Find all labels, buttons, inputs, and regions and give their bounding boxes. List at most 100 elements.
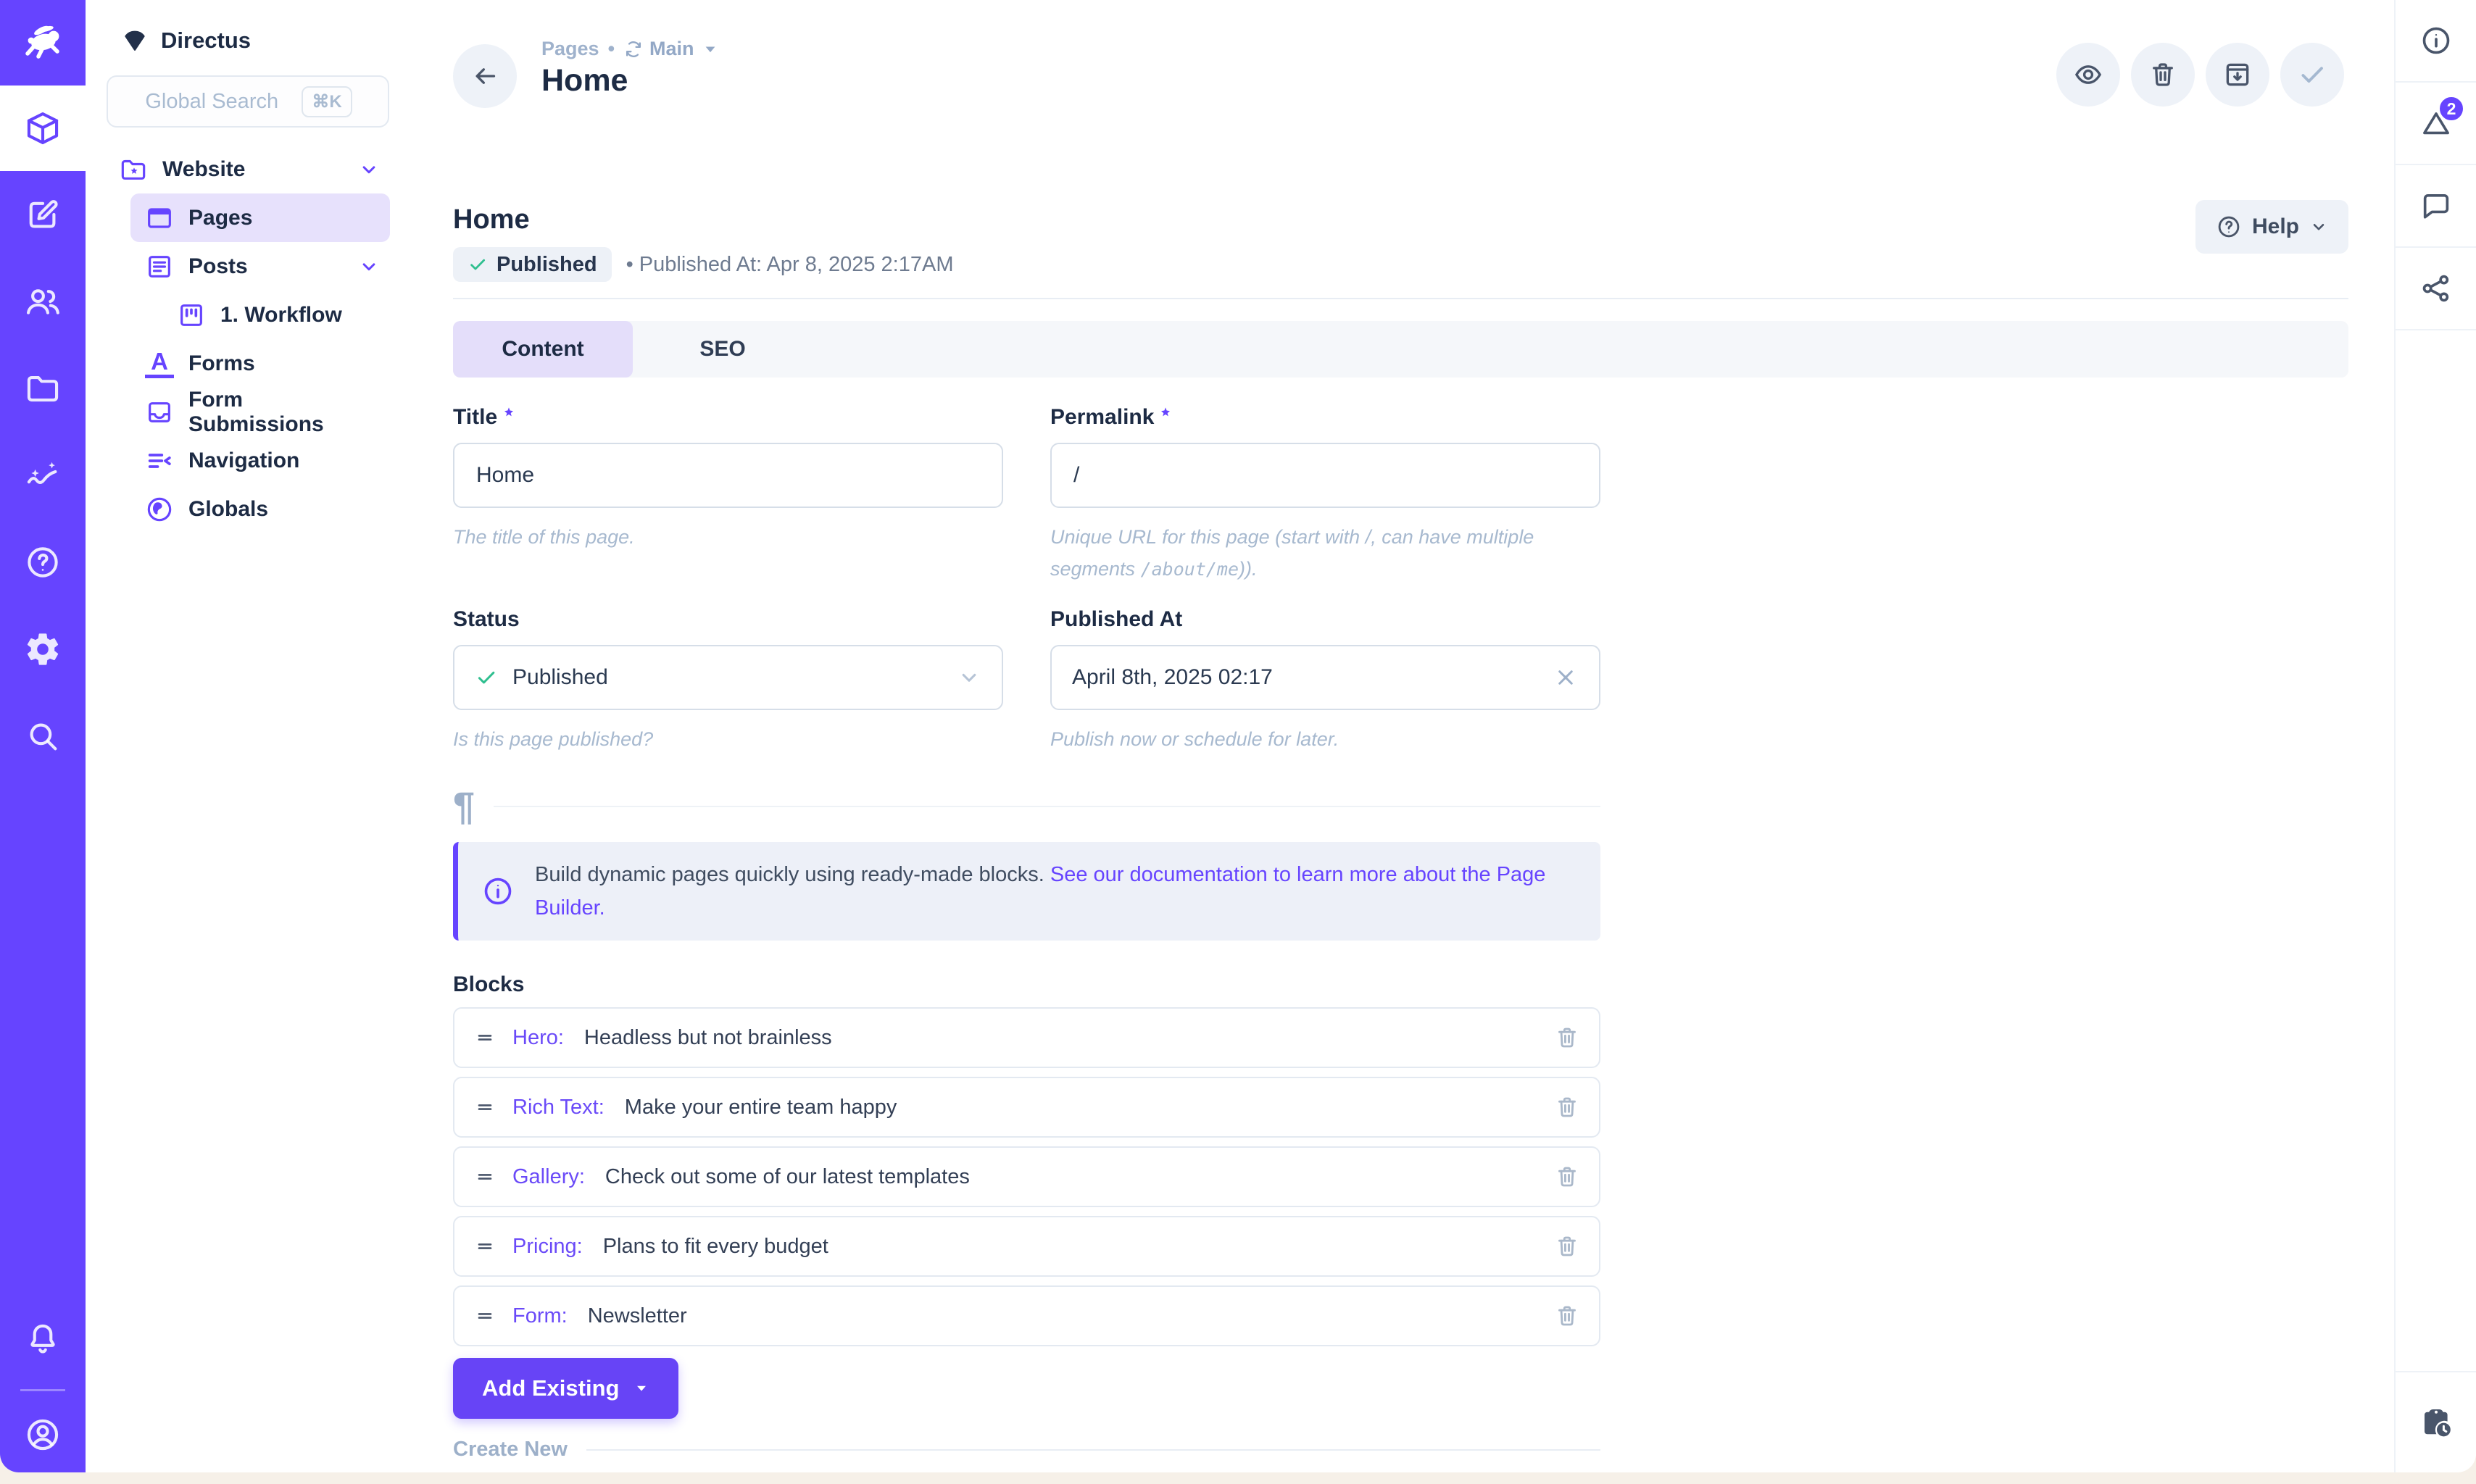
caret-down-icon: [700, 39, 720, 59]
drag-handle-icon[interactable]: [473, 1168, 497, 1185]
project-row[interactable]: Directus: [86, 0, 403, 54]
arrow-left-icon: [470, 62, 499, 91]
status-select[interactable]: Published: [453, 645, 1003, 710]
web-page-icon: [145, 204, 174, 233]
nav-item-form-submissions[interactable]: Form Submissions: [130, 388, 390, 436]
divider-field: ¶: [453, 787, 1600, 826]
create-new-label: Create New: [453, 1438, 568, 1462]
field-note: The title of this page.: [453, 521, 1003, 553]
block-row-rich-text[interactable]: Rich Text: Make your entire team happy: [453, 1077, 1600, 1138]
collections-nav: Website Pages: [86, 141, 403, 533]
revisions-count-badge: 2: [2437, 94, 2466, 123]
global-search[interactable]: ⌘K: [107, 75, 389, 128]
nav-sidebar: Directus ⌘K Website: [86, 0, 403, 1472]
right-sidebar: 2: [2394, 0, 2476, 1472]
status-badge-label: Published: [497, 253, 597, 277]
comment-icon: [2419, 189, 2453, 222]
gear-icon: [24, 630, 62, 668]
preview-button[interactable]: [2056, 43, 2120, 107]
tab-content[interactable]: Content: [453, 321, 633, 378]
trash-icon: [2148, 59, 2178, 90]
block-row-hero[interactable]: Hero: Headless but not brainless: [453, 1007, 1600, 1068]
right-sidebar-spacer: [2396, 330, 2476, 1371]
version-selector[interactable]: Main: [623, 38, 720, 60]
banner-text: Build dynamic pages quickly using ready-…: [535, 858, 1577, 925]
trash-icon[interactable]: [1554, 1164, 1580, 1190]
published-at-input-wrap[interactable]: April 8th, 2025 02:17: [1050, 645, 1600, 710]
title-wrap: Pages • Main Home: [541, 38, 720, 145]
detail-heading: Home: [453, 204, 2348, 235]
title-input[interactable]: [475, 462, 981, 488]
back-button[interactable]: [453, 44, 517, 108]
drag-handle-icon[interactable]: [473, 1307, 497, 1325]
directus-logo[interactable]: [0, 0, 86, 86]
field-note: Publish now or schedule for later.: [1050, 723, 1600, 755]
nav-item-posts[interactable]: Posts: [130, 242, 390, 291]
module-help[interactable]: [0, 519, 86, 606]
block-row-gallery[interactable]: Gallery: Check out some of our latest te…: [453, 1146, 1600, 1207]
drag-handle-icon[interactable]: [473, 1238, 497, 1255]
permalink-input-wrap: [1050, 443, 1600, 508]
info-banner: Build dynamic pages quickly using ready-…: [453, 842, 1600, 941]
insights-icon: [24, 457, 62, 494]
blocks-label: Blocks: [453, 972, 2394, 999]
title-input-wrap: [453, 443, 1003, 508]
add-existing-button[interactable]: Add Existing: [453, 1358, 678, 1419]
drag-handle-icon[interactable]: [473, 1099, 497, 1116]
fields-grid: Title The title of this page. Permalink: [453, 405, 1600, 755]
field-note: Unique URL for this page (start with /, …: [1050, 521, 1600, 585]
nav-item-pages[interactable]: Pages: [130, 193, 390, 242]
nav-item-navigation[interactable]: Navigation: [130, 436, 390, 485]
module-users[interactable]: [0, 258, 86, 345]
comments-panel-button[interactable]: [2396, 165, 2476, 248]
notifications-button[interactable]: [0, 1296, 86, 1383]
nav-item-globals[interactable]: Globals: [130, 485, 390, 533]
article-icon: [145, 252, 174, 281]
share-panel-button[interactable]: [2396, 248, 2476, 330]
block-type: Form:: [512, 1304, 568, 1328]
module-insights[interactable]: [0, 432, 86, 519]
info-panel-button[interactable]: [2396, 0, 2476, 83]
help-button[interactable]: Help: [2195, 200, 2348, 254]
module-editor[interactable]: [0, 171, 86, 258]
chevron-down-icon: [358, 256, 380, 278]
revisions-panel-button[interactable]: 2: [2396, 83, 2476, 165]
block-row-pricing[interactable]: Pricing: Plans to fit every budget: [453, 1216, 1600, 1277]
trash-icon[interactable]: [1554, 1094, 1580, 1120]
clear-button[interactable]: [1553, 664, 1579, 691]
block-type: Rich Text:: [512, 1096, 605, 1120]
module-search[interactable]: [0, 693, 86, 780]
field-title: Title The title of this page.: [453, 405, 1003, 585]
trash-icon[interactable]: [1554, 1025, 1580, 1051]
select-chevron: [957, 665, 981, 690]
tab-seo[interactable]: SEO: [633, 321, 813, 378]
archive-down-icon: [2222, 59, 2253, 90]
app-window: Directus ⌘K Website: [0, 0, 2476, 1472]
banner-text-plain: Build dynamic pages quickly using ready-…: [535, 863, 1050, 886]
save-button[interactable]: [2280, 43, 2344, 107]
archive-button[interactable]: [2206, 43, 2269, 107]
field-status: Status Published Is this page published?: [453, 607, 1003, 755]
global-search-input[interactable]: [144, 89, 288, 114]
nav-item-forms[interactable]: A Forms: [130, 339, 390, 388]
trash-icon[interactable]: [1554, 1303, 1580, 1329]
edit-icon: [24, 196, 62, 233]
nav-item-workflow[interactable]: 1. Workflow: [130, 291, 390, 339]
delete-button[interactable]: [2131, 43, 2195, 107]
help-circle-icon: [24, 543, 62, 581]
field-label-text: Title: [453, 405, 497, 430]
flows-panel-button[interactable]: [2396, 1371, 2476, 1472]
nav-item-website[interactable]: Website: [119, 145, 390, 193]
module-content[interactable]: [0, 86, 86, 171]
drag-handle-icon[interactable]: [473, 1029, 497, 1046]
block-row-form[interactable]: Form: Newsletter: [453, 1285, 1600, 1346]
nav-item-label: Forms: [188, 351, 255, 376]
module-settings[interactable]: [0, 606, 86, 693]
module-files[interactable]: [0, 345, 86, 432]
project-logo-icon: [122, 28, 148, 54]
user-menu-button[interactable]: [0, 1397, 86, 1472]
trash-icon[interactable]: [1554, 1233, 1580, 1259]
permalink-input[interactable]: [1072, 462, 1579, 488]
check-icon: [468, 254, 488, 275]
breadcrumb-collection[interactable]: Pages: [541, 38, 599, 60]
